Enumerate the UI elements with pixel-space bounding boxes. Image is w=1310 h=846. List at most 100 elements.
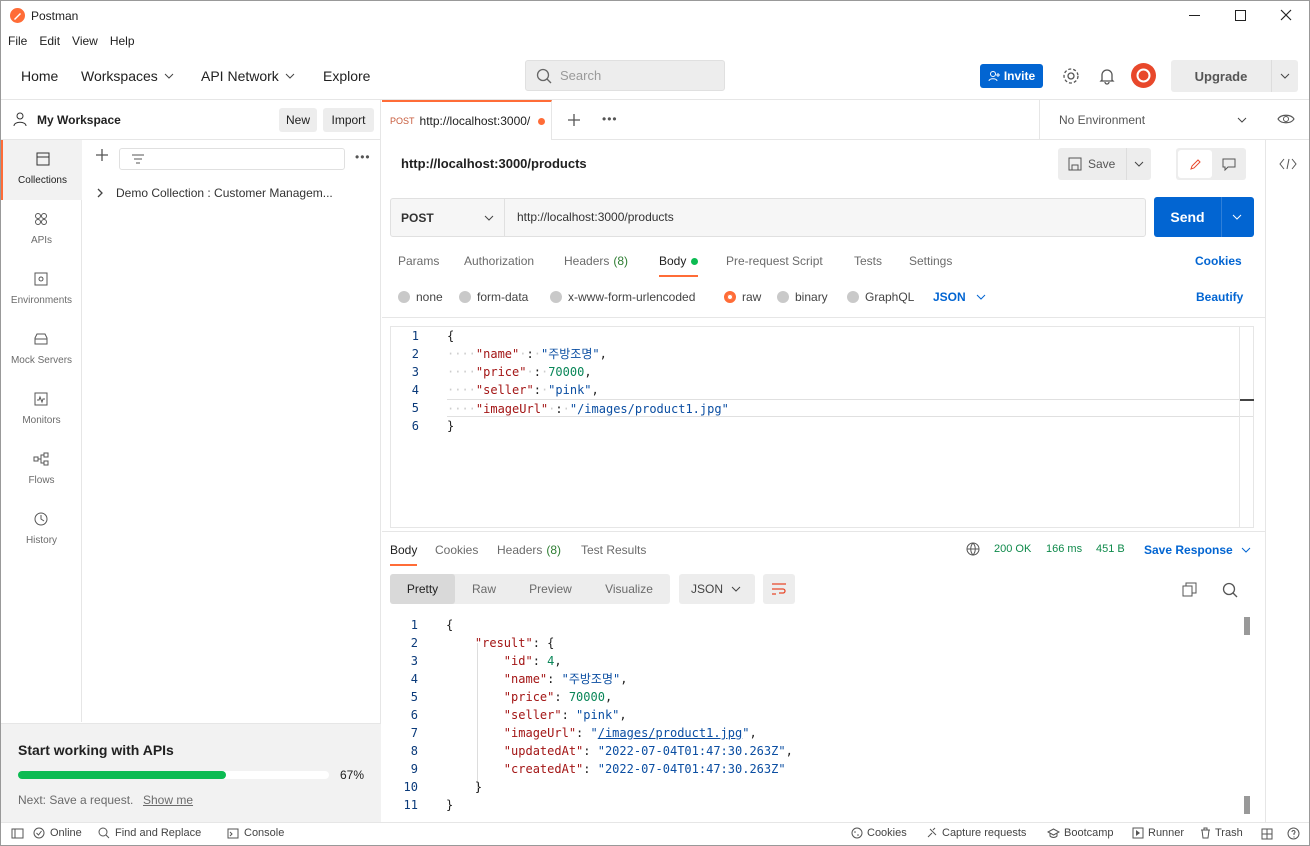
nav-api-network[interactable]: API Network: [201, 68, 295, 84]
comment-icon[interactable]: [1212, 150, 1246, 178]
sidebar-item-label: Collections: [18, 175, 67, 186]
upgrade-label: Upgrade: [1194, 68, 1248, 84]
menu-edit[interactable]: Edit: [39, 34, 60, 48]
sidebar-item-environments[interactable]: Environments: [1, 260, 82, 320]
menu-help[interactable]: Help: [110, 34, 135, 48]
tab-tests[interactable]: Tests: [854, 254, 882, 268]
collection-name: Demo Collection : Customer Managem...: [116, 186, 333, 200]
chevron-down-icon[interactable]: [1280, 73, 1290, 79]
method-select[interactable]: POST: [391, 199, 505, 236]
menu-file[interactable]: File: [8, 34, 27, 48]
view-preview[interactable]: Preview: [513, 582, 588, 596]
tab-params[interactable]: Params: [398, 254, 439, 268]
radio-binary[interactable]: binary: [777, 290, 828, 304]
notifications-bell-icon[interactable]: [1099, 67, 1115, 85]
sidebar-toggle-icon[interactable]: [11, 828, 24, 839]
radio-none[interactable]: none: [398, 290, 443, 304]
copy-icon[interactable]: [1182, 582, 1197, 597]
code-snippet-icon[interactable]: [1279, 158, 1297, 170]
invite-button[interactable]: Invite: [980, 64, 1043, 88]
find-and-replace[interactable]: Find and Replace: [98, 827, 201, 839]
body-language-select[interactable]: JSON: [933, 290, 986, 304]
search-response-icon[interactable]: [1222, 582, 1238, 598]
radio-graphql[interactable]: GraphQL: [847, 290, 914, 304]
tab-options-icon[interactable]: •••: [602, 112, 618, 126]
radio-raw[interactable]: raw: [724, 290, 761, 304]
menu-view[interactable]: View: [72, 34, 98, 48]
sidebar-item-apis[interactable]: APIs: [1, 200, 82, 260]
collection-item[interactable]: Demo Collection : Customer Managem...: [97, 186, 333, 200]
maximize-icon[interactable]: [1235, 10, 1246, 21]
close-window-icon[interactable]: [1280, 9, 1292, 21]
url-input[interactable]: http://localhost:3000/products: [517, 210, 674, 224]
cookies-status[interactable]: Cookies: [851, 827, 907, 839]
search-input[interactable]: Search: [525, 60, 725, 91]
help-icon[interactable]: [1287, 827, 1300, 840]
runner-button[interactable]: Runner: [1132, 827, 1184, 839]
wrap-lines-icon[interactable]: [763, 574, 795, 604]
response-body-viewer[interactable]: 1 2 3 4 5 6 7 8 9 10 11 { "result": { "i…: [390, 616, 1254, 814]
request-body-editor[interactable]: 1 2 3 4 5 6 { ····"name"·:·"주방조명", ····"…: [390, 326, 1254, 528]
scrollbar-top[interactable]: [1244, 617, 1250, 635]
bootcamp-button[interactable]: Bootcamp: [1047, 827, 1114, 839]
scrollbar-bottom[interactable]: [1244, 796, 1250, 814]
response-tab-test-results[interactable]: Test Results: [581, 543, 646, 557]
cookies-link[interactable]: Cookies: [1195, 254, 1242, 268]
environment-select[interactable]: No Environment: [1059, 113, 1247, 127]
sidebar-item-flows[interactable]: Flows: [1, 440, 82, 500]
response-language-select[interactable]: JSON: [679, 574, 755, 604]
tab-settings[interactable]: Settings: [909, 254, 952, 268]
show-me-link[interactable]: Show me: [143, 793, 193, 807]
tab-pre-request-script[interactable]: Pre-request Script: [726, 254, 823, 268]
response-tab-headers[interactable]: Headers (8): [497, 543, 561, 557]
edit-pencil-icon[interactable]: [1178, 150, 1212, 178]
avatar[interactable]: [1131, 63, 1156, 88]
flows-icon: [33, 452, 49, 466]
sidebar-item-collections[interactable]: Collections: [1, 140, 82, 200]
tab-headers[interactable]: Headers (8): [564, 254, 628, 268]
view-pretty[interactable]: Pretty: [390, 574, 455, 604]
upgrade-button[interactable]: Upgrade: [1171, 60, 1298, 92]
graduation-cap-icon: [1047, 827, 1060, 838]
view-visualize[interactable]: Visualize: [588, 582, 670, 596]
tab-request-active[interactable]: POST http://localhost:3000/: [382, 100, 552, 140]
response-tab-body[interactable]: Body: [390, 543, 418, 566]
response-status[interactable]: 200 OK: [994, 543, 1031, 555]
online-status[interactable]: Online: [33, 827, 82, 839]
sidebar-item-mock-servers[interactable]: Mock Servers: [1, 320, 82, 380]
new-button[interactable]: New: [279, 108, 317, 132]
import-button[interactable]: Import: [323, 108, 374, 132]
title-bar: Postman: [1, 1, 1309, 31]
filter-input[interactable]: [119, 148, 345, 170]
add-collection-icon[interactable]: [95, 148, 109, 162]
console-button[interactable]: Console: [227, 827, 284, 839]
send-button[interactable]: Send: [1154, 197, 1254, 237]
view-raw[interactable]: Raw: [455, 582, 513, 596]
more-options-icon[interactable]: •••: [355, 150, 371, 164]
tab-authorization[interactable]: Authorization: [464, 254, 534, 268]
tab-body[interactable]: Body: [659, 254, 699, 277]
minimize-icon[interactable]: [1189, 15, 1200, 16]
nav-home[interactable]: Home: [21, 68, 58, 84]
nav-explore[interactable]: Explore: [323, 68, 370, 84]
radio-x-www-form-urlencoded[interactable]: x-www-form-urlencoded: [550, 290, 695, 304]
capture-requests[interactable]: Capture requests: [926, 827, 1026, 839]
trash-button[interactable]: Trash: [1200, 827, 1243, 839]
response-tab-cookies[interactable]: Cookies: [435, 543, 478, 557]
nav-workspaces[interactable]: Workspaces: [81, 68, 174, 84]
radio-form-data[interactable]: form-data: [459, 290, 528, 304]
save-response-button[interactable]: Save Response: [1144, 543, 1251, 557]
save-button[interactable]: Save: [1058, 148, 1151, 180]
sidebar-item-history[interactable]: History: [1, 500, 82, 560]
eye-icon[interactable]: [1277, 113, 1295, 125]
layout-grid-icon[interactable]: [1261, 828, 1273, 840]
response-time[interactable]: 166 ms: [1046, 543, 1082, 555]
new-tab-icon[interactable]: [567, 113, 581, 127]
response-headers-count: (8): [546, 543, 562, 557]
settings-gear-icon[interactable]: [1062, 67, 1080, 85]
beautify-link[interactable]: Beautify: [1196, 290, 1243, 304]
sidebar-item-monitors[interactable]: Monitors: [1, 380, 82, 440]
chevron-down-icon: [1135, 161, 1144, 167]
line-number: 1: [410, 618, 418, 632]
response-size[interactable]: 451 B: [1096, 543, 1125, 555]
